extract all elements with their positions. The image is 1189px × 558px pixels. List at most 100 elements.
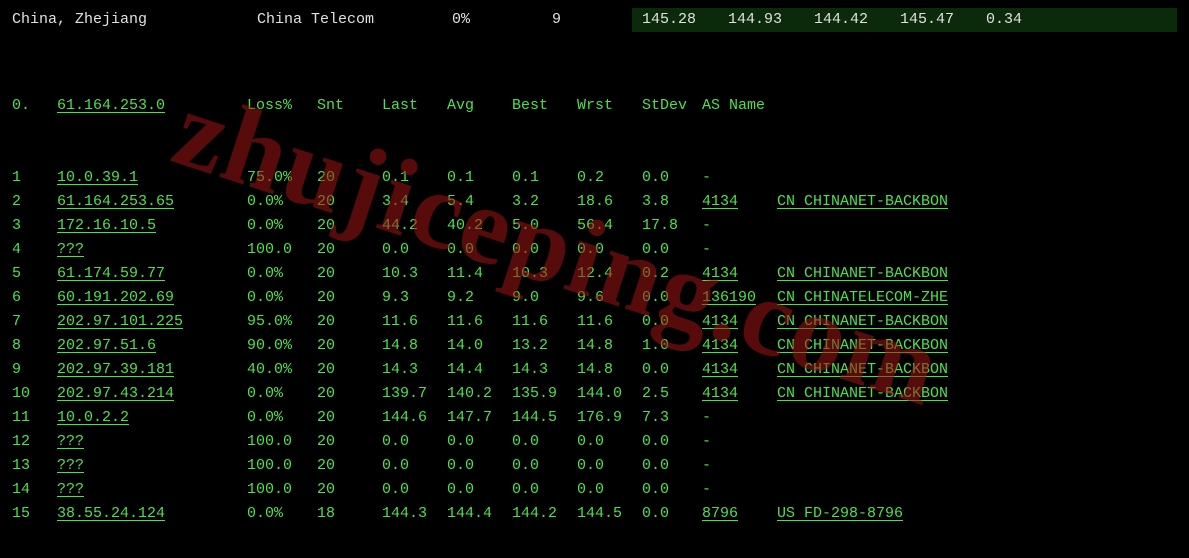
hop-name — [777, 214, 1177, 238]
metrics-block: 145.28 144.93 144.42 145.47 0.34 — [632, 8, 1177, 32]
hop-host: 38.55.24.124 — [57, 502, 247, 526]
hop-loss: 100.0 — [247, 478, 317, 502]
hop-avg: 0.0 — [447, 238, 512, 262]
hop-host: 172.16.10.5 — [57, 214, 247, 238]
hop-avg: 140.2 — [447, 382, 512, 406]
hop-loss: 0.0% — [247, 406, 317, 430]
hop-host: ??? — [57, 238, 247, 262]
hop-wrst: 14.8 — [577, 334, 642, 358]
hop-last: 9.3 — [382, 286, 447, 310]
hop-best: 0.0 — [512, 454, 577, 478]
hop-stdev: 1.0 — [642, 334, 702, 358]
hop-host: 202.97.51.6 — [57, 334, 247, 358]
hop-idx: 2 — [12, 190, 57, 214]
hop-idx: 12 — [12, 430, 57, 454]
hop-last: 0.0 — [382, 454, 447, 478]
hop-snt: 20 — [317, 310, 382, 334]
hop-host: ??? — [57, 454, 247, 478]
hop-as: - — [702, 454, 777, 478]
hop-wrst: 144.0 — [577, 382, 642, 406]
hop-last: 144.6 — [382, 406, 447, 430]
hop-stdev: 7.3 — [642, 406, 702, 430]
hop-row: 561.174.59.770.0%2010.311.410.312.40.241… — [12, 262, 1177, 286]
hop-as: 8796 — [702, 502, 777, 526]
hdr-avg: Avg — [447, 94, 512, 118]
hdr-stdev: StDev — [642, 94, 702, 118]
hop-last: 139.7 — [382, 382, 447, 406]
hop-wrst: 0.0 — [577, 430, 642, 454]
hop-avg: 9.2 — [447, 286, 512, 310]
location: China, Zhejiang — [12, 8, 257, 32]
hop-name — [777, 454, 1177, 478]
hop-wrst: 14.8 — [577, 358, 642, 382]
hop-row: 660.191.202.690.0%209.39.29.09.60.013619… — [12, 286, 1177, 310]
hop-stdev: 0.0 — [642, 358, 702, 382]
hop-loss: 40.0% — [247, 358, 317, 382]
hop-avg: 0.1 — [447, 166, 512, 190]
hop-snt: 20 — [317, 454, 382, 478]
hop-as: - — [702, 478, 777, 502]
hop-host: ??? — [57, 478, 247, 502]
hop-best: 144.2 — [512, 502, 577, 526]
hop-last: 44.2 — [382, 214, 447, 238]
hop-name — [777, 166, 1177, 190]
hop-snt: 18 — [317, 502, 382, 526]
hop-avg: 144.4 — [447, 502, 512, 526]
hop-best: 13.2 — [512, 334, 577, 358]
hop-name: CN CHINANET-BACKBON — [777, 382, 1177, 406]
hop-best: 5.0 — [512, 214, 577, 238]
hop-avg: 11.4 — [447, 262, 512, 286]
hop-loss: 100.0 — [247, 430, 317, 454]
hop-name: CN CHINANET-BACKBON — [777, 310, 1177, 334]
hop-last: 14.8 — [382, 334, 447, 358]
hop-row: 1538.55.24.1240.0%18144.3144.4144.2144.5… — [12, 502, 1177, 526]
hop-idx: 15 — [12, 502, 57, 526]
hop-host: 202.97.101.225 — [57, 310, 247, 334]
hop-wrst: 144.5 — [577, 502, 642, 526]
hop-name: US FD-298-8796 — [777, 502, 1177, 526]
hop-as: 4134 — [702, 310, 777, 334]
metric-0: 145.28 — [636, 8, 722, 32]
hop-wrst: 176.9 — [577, 406, 642, 430]
hop-loss: 0.0% — [247, 262, 317, 286]
hop-wrst: 0.0 — [577, 478, 642, 502]
hop-loss: 0.0% — [247, 214, 317, 238]
hop-name — [777, 478, 1177, 502]
hop-last: 14.3 — [382, 358, 447, 382]
hop-idx: 11 — [12, 406, 57, 430]
hop-wrst: 0.0 — [577, 454, 642, 478]
hop-idx: 1 — [12, 166, 57, 190]
hop-stdev: 0.0 — [642, 454, 702, 478]
hop-last: 0.0 — [382, 478, 447, 502]
hop-loss: 95.0% — [247, 310, 317, 334]
hop-name: CN CHINANET-BACKBON — [777, 262, 1177, 286]
hop-as: - — [702, 406, 777, 430]
hop-idx: 8 — [12, 334, 57, 358]
hop-as: - — [702, 214, 777, 238]
metric-3: 145.47 — [894, 8, 980, 32]
hop-as: 4134 — [702, 262, 777, 286]
hop-row: 13???100.0200.00.00.00.00.0- — [12, 454, 1177, 478]
hop-last: 3.4 — [382, 190, 447, 214]
metric-2: 144.42 — [808, 8, 894, 32]
hop-loss: 0.0% — [247, 382, 317, 406]
hdr-host: 61.164.253.0 — [57, 94, 247, 118]
hop-row: 4???100.0200.00.00.00.00.0- — [12, 238, 1177, 262]
hop-loss: 0.0% — [247, 286, 317, 310]
hop-as: - — [702, 166, 777, 190]
hdr-last: Last — [382, 94, 447, 118]
hdr-name-spacer — [777, 94, 1177, 118]
hop-row: 12???100.0200.00.00.00.00.0- — [12, 430, 1177, 454]
hop-wrst: 56.4 — [577, 214, 642, 238]
metric-4: 0.34 — [980, 8, 1066, 32]
hop-loss: 100.0 — [247, 238, 317, 262]
metric-1: 144.93 — [722, 8, 808, 32]
hop-stdev: 0.0 — [642, 166, 702, 190]
hop-as: 4134 — [702, 382, 777, 406]
hop-stdev: 0.0 — [642, 286, 702, 310]
hop-stdev: 3.8 — [642, 190, 702, 214]
hop-idx: 13 — [12, 454, 57, 478]
hop-row: 10202.97.43.2140.0%20139.7140.2135.9144.… — [12, 382, 1177, 406]
hop-stdev: 17.8 — [642, 214, 702, 238]
hop-snt: 20 — [317, 406, 382, 430]
